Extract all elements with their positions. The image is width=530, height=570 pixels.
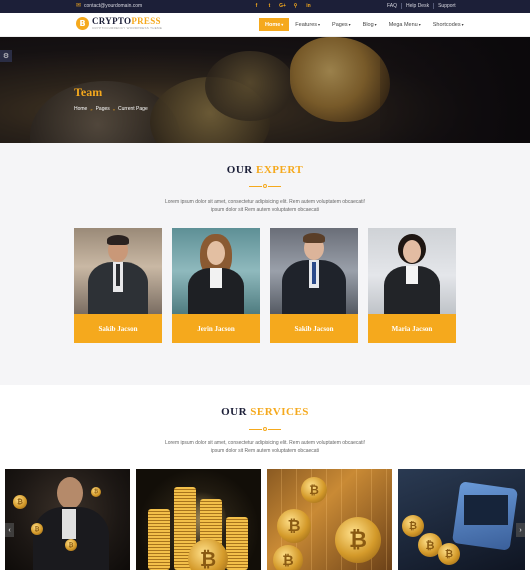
rss-icon[interactable]: ⚲: [289, 2, 302, 10]
menu-item-blog[interactable]: Blog▾: [357, 18, 383, 31]
team-member-name: Sakib Jacson: [74, 314, 162, 343]
title-word: OUR: [226, 164, 253, 176]
team-member-photo: [368, 228, 456, 314]
expert-desc-line2: ipsum dolor sit Rem autem voluptatem obc…: [210, 207, 320, 213]
chevron-down-icon: ▾: [461, 22, 464, 27]
facebook-icon[interactable]: f: [250, 2, 263, 10]
menu-label: Mega Menu: [388, 22, 418, 28]
menu-label: Shortcodes: [432, 22, 461, 28]
top-links: FAQ Help Desk Support: [383, 3, 460, 9]
team-card[interactable]: Sakib Jacson: [74, 228, 162, 343]
title-word-accent: SERVICES: [250, 406, 309, 418]
twitter-icon[interactable]: t: [263, 2, 276, 10]
site-logo[interactable]: B CRYPTOPRESS CRYPTOCURRENCY WORDPRESS T…: [76, 17, 162, 30]
logo-tagline: CRYPTOCURRENCY WORDPRESS THEME: [92, 26, 163, 30]
team-member-photo: [270, 228, 358, 314]
services-desc-line1: Lorem ipsum dolor sit amet, consectetur …: [164, 440, 366, 446]
menu-item-home[interactable]: Home▾: [259, 18, 290, 31]
top-link-faq[interactable]: FAQ: [383, 3, 403, 9]
contact-email[interactable]: ✉ contact@yourdomain.com: [76, 3, 142, 9]
page-title: Team: [74, 85, 103, 99]
services-description: Lorem ipsum dolor sit amet, consectetur …: [0, 439, 530, 455]
breadcrumb-home[interactable]: Home: [74, 106, 87, 112]
chevron-down-icon: ▾: [318, 22, 321, 27]
service-image-bitcoin-circuit[interactable]: ₿ ₿ ₿ ₿: [267, 469, 392, 570]
expert-section-title: OUR EXPERT: [0, 164, 530, 176]
team-member-name: Maria Jacson: [368, 314, 456, 343]
title-word: OUR: [221, 406, 248, 418]
service-image-wallet[interactable]: ₿ ₿ ₿: [398, 469, 525, 570]
section-divider: [249, 427, 281, 432]
menu-label: Home: [265, 22, 281, 28]
menu-item-shortcodes[interactable]: Shortcodes▾: [427, 18, 470, 31]
services-section-title: OUR SERVICES: [0, 406, 530, 418]
chevron-down-icon: ▾: [418, 22, 421, 27]
logo-word-press: PRESS: [131, 16, 161, 26]
breadcrumb-separator-icon: »: [112, 106, 115, 112]
logo-word-crypto: CRYPTO: [92, 16, 132, 26]
settings-sliders-icon[interactable]: ⚙: [0, 50, 12, 62]
slider-next-button[interactable]: ›: [516, 523, 525, 537]
page-hero-banner: ⚙ Team Home » Pages » Current Page: [0, 37, 530, 143]
chevron-down-icon: ▾: [374, 22, 377, 27]
breadcrumb-separator-icon: »: [90, 106, 93, 112]
contact-email-text: contact@yourdomain.com: [84, 3, 143, 9]
team-card[interactable]: Maria Jacson: [368, 228, 456, 343]
services-desc-line2: ipsum dolor sit Rem autem voluptatem obc…: [210, 448, 320, 454]
menu-item-mega-menu[interactable]: Mega Menu▾: [383, 18, 427, 31]
breadcrumb: Home » Pages » Current Page: [74, 106, 148, 112]
envelope-icon: ✉: [76, 3, 82, 9]
chevron-down-icon: ▾: [348, 22, 351, 27]
breadcrumb-current: Current Page: [118, 106, 148, 112]
team-card[interactable]: Jerin Jacson: [172, 228, 260, 343]
menu-label: Features: [295, 22, 318, 28]
team-member-name: Sakib Jacson: [270, 314, 358, 343]
main-menu: Home▾ Features▾ Pages▾ Blog▾ Mega Menu▾ …: [259, 18, 470, 31]
social-links: f t G+ ⚲ in: [250, 2, 315, 10]
top-link-support[interactable]: Support: [434, 3, 460, 9]
top-bar: ✉ contact@yourdomain.com f t G+ ⚲ in FAQ…: [0, 0, 530, 13]
section-divider: [249, 184, 281, 189]
team-member-photo: [172, 228, 260, 314]
expert-description: Lorem ipsum dolor sit amet, consectetur …: [0, 198, 530, 214]
title-word-accent: EXPERT: [255, 164, 304, 176]
chevron-down-icon: ▾: [281, 22, 284, 27]
bitcoin-logo-icon: B: [76, 17, 89, 30]
breadcrumb-pages[interactable]: Pages: [96, 106, 110, 112]
expert-desc-line1: Lorem ipsum dolor sit amet, consectetur …: [164, 199, 366, 205]
menu-item-features[interactable]: Features▾: [289, 18, 326, 31]
slider-prev-button[interactable]: ‹: [5, 523, 14, 537]
service-image-businessman[interactable]: ₿ ₿ ₿ ₿: [5, 469, 130, 570]
top-link-help-desk[interactable]: Help Desk: [402, 3, 435, 9]
service-image-coin-stacks[interactable]: ₿: [136, 469, 261, 570]
menu-label: Pages: [332, 22, 348, 28]
linkedin-icon[interactable]: in: [302, 2, 315, 10]
team-member-photo: [74, 228, 162, 314]
main-navbar: B CRYPTOPRESS CRYPTOCURRENCY WORDPRESS T…: [0, 13, 530, 37]
google-plus-icon[interactable]: G+: [276, 2, 289, 10]
team-member-name: Jerin Jacson: [172, 314, 260, 343]
menu-item-pages[interactable]: Pages▾: [326, 18, 357, 31]
team-card[interactable]: Sakib Jacson: [270, 228, 358, 343]
menu-label: Blog: [362, 22, 374, 28]
